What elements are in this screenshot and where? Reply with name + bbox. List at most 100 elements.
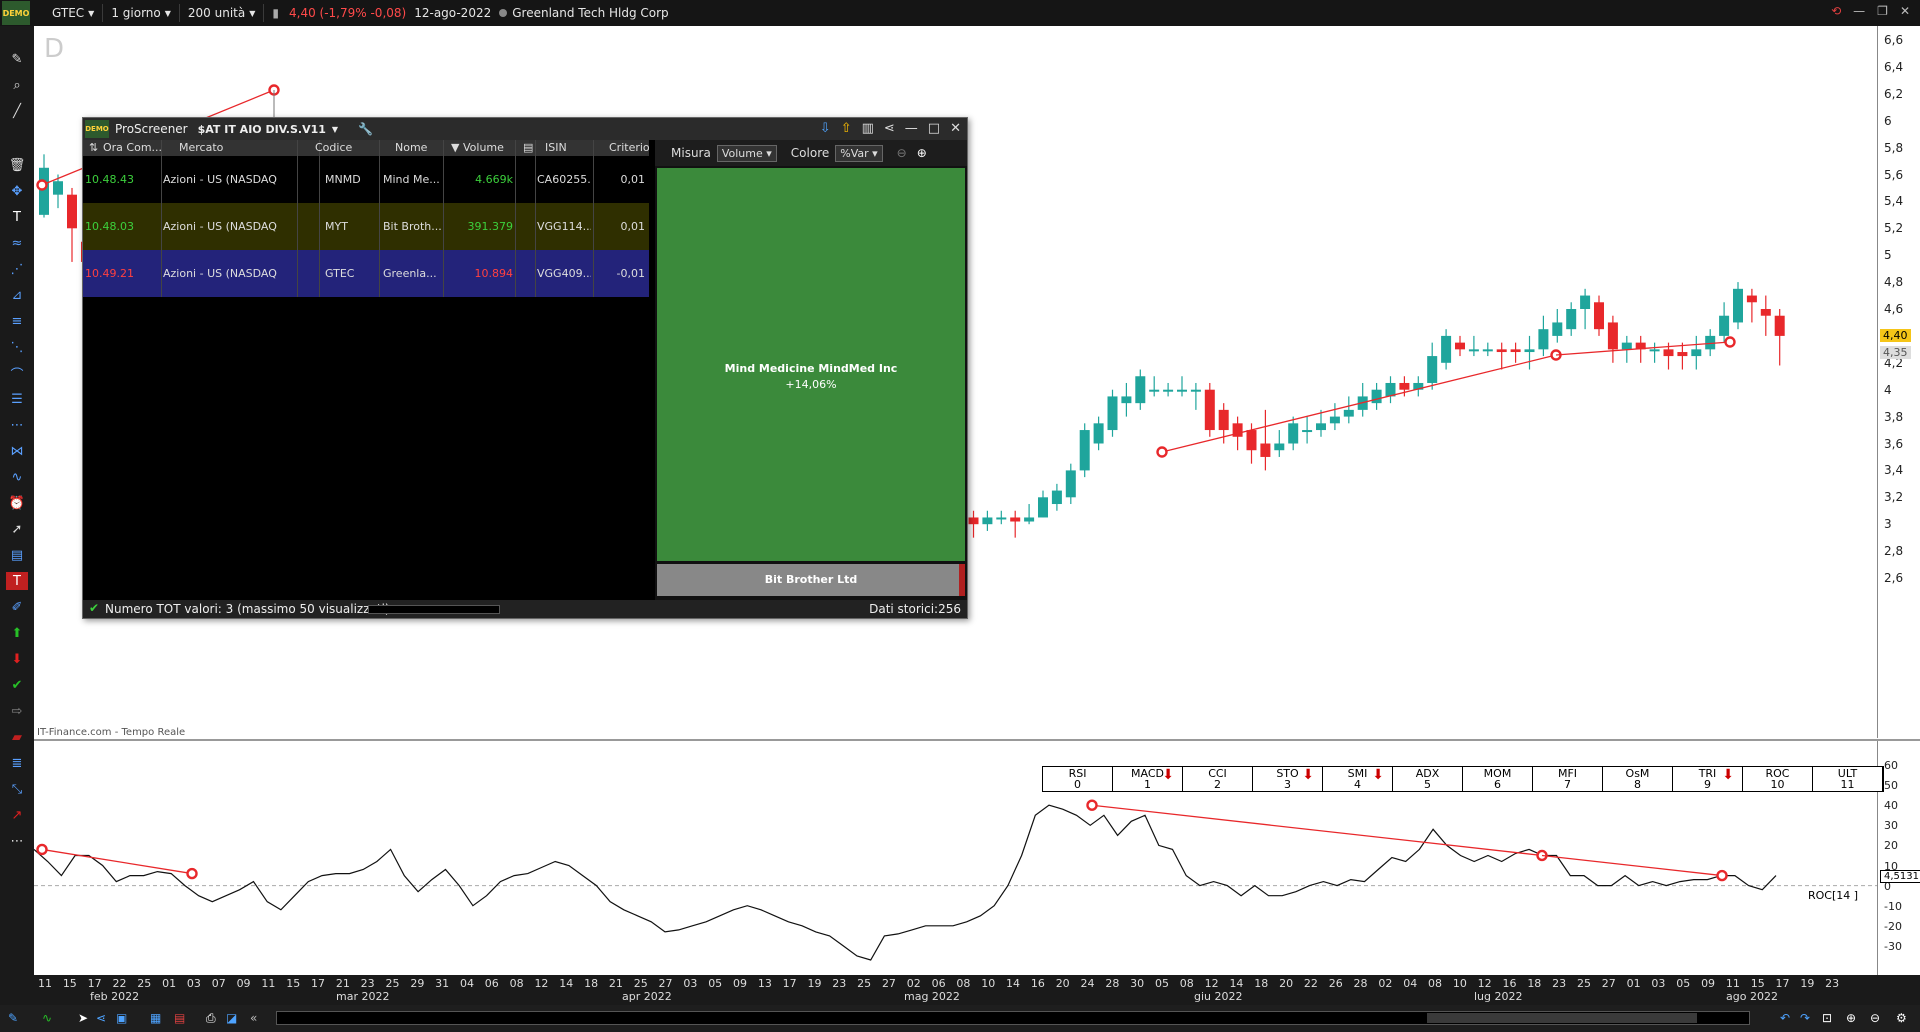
undo-icon[interactable]: ↶ — [1780, 1011, 1796, 1025]
pen-icon[interactable]: ✎ — [8, 1011, 24, 1025]
scrollbar-thumb[interactable] — [1427, 1013, 1697, 1023]
text-marker-icon[interactable]: T — [6, 572, 28, 590]
wrench-icon[interactable]: 🔧 — [358, 122, 373, 136]
channel-tool-icon[interactable]: ⋰ — [6, 260, 28, 278]
fan-tool-icon[interactable]: ≡ — [6, 312, 28, 330]
chevron-down-icon[interactable]: ▼ — [332, 125, 338, 134]
colore-select[interactable]: %Var ▾ — [835, 144, 883, 162]
units-selector[interactable]: 200 unità ▼ — [180, 4, 265, 22]
cursor-icon[interactable]: ➤ — [78, 1011, 94, 1025]
column-header[interactable]: Ora Com... — [103, 141, 162, 154]
table-row[interactable]: 10.49.21 Azioni - US (NASDAQ GTEC Greenla..… — [83, 250, 649, 297]
retracement-icon[interactable]: ☰ — [6, 390, 28, 408]
share-icon[interactable]: ⋖ — [96, 1011, 112, 1025]
indicator-tab[interactable]: MACD 1 ⬇ — [1113, 767, 1183, 791]
export-icon[interactable]: ⇧ — [841, 121, 852, 136]
maximize-icon[interactable]: □ — [928, 121, 940, 136]
pencil-icon[interactable]: ✎ — [6, 50, 28, 68]
zoom-tool-icon[interactable]: ⤡ — [6, 780, 28, 798]
zoom-icon[interactable]: ⌕ — [6, 76, 28, 94]
heatmap-tile[interactable]: Bit Brother Ltd — [657, 564, 965, 596]
chart-type-icon[interactable]: ▮ — [272, 6, 279, 20]
screener-selector[interactable]: $AT IT AIO DIV.S.V11 — [198, 123, 326, 136]
ruler-icon[interactable]: ▤ — [6, 546, 28, 564]
column-filter-icon[interactable]: ▤ — [523, 141, 533, 154]
column-header[interactable]: Mercato — [179, 141, 223, 154]
proscreener-titlebar[interactable]: DEMO ProScreener $AT IT AIO DIV.S.V11 ▼ … — [83, 118, 967, 140]
cycle-tool-icon[interactable]: ⋯ — [6, 416, 28, 434]
line-tool-icon[interactable]: ╱ — [6, 102, 28, 120]
column-header[interactable]: Criterio — [609, 141, 650, 154]
column-header[interactable]: Nome — [395, 141, 427, 154]
arrow-up-icon[interactable]: ⬆ — [6, 624, 28, 642]
text-tool-icon[interactable]: T — [6, 208, 28, 226]
indicator-tab[interactable]: OsM 8 — [1603, 767, 1673, 791]
trend-tool-icon[interactable]: ≈ — [6, 234, 28, 252]
arrow-down-icon[interactable]: ⬇ — [6, 650, 28, 668]
table-row[interactable]: 10.48.03 Azioni - US (NASDAQ MYT Bit Broth.… — [83, 203, 649, 250]
printer-icon[interactable]: ⎙ — [206, 1011, 222, 1025]
layers-icon[interactable]: ≣ — [6, 754, 28, 772]
zoom-fit-icon[interactable]: ⊡ — [1822, 1011, 1838, 1025]
table-icon[interactable]: ▤ — [174, 1011, 190, 1025]
trash-icon[interactable]: 🗑 — [6, 156, 28, 174]
column-header[interactable]: Codice — [315, 141, 352, 154]
indicator-tab[interactable]: MFI 7 — [1533, 767, 1603, 791]
misura-select[interactable]: Volume ▾ — [716, 144, 777, 162]
double-left-icon[interactable]: « — [250, 1011, 266, 1025]
arrow-tool-icon[interactable]: ↗ — [6, 806, 28, 824]
eraser-icon[interactable]: ▰ — [6, 728, 28, 746]
indicator-tab[interactable]: TRI 9 ⬇ — [1673, 767, 1743, 791]
indicator-tab[interactable]: MOM 6 — [1463, 767, 1533, 791]
pattern-tool-icon[interactable]: ⋈ — [6, 442, 28, 460]
sync-icon[interactable]: ⟲ — [1831, 4, 1841, 18]
date-axis[interactable]: 11 15 17 22 25 01 03 07 09 11 15 17 21 23 25 29 31 04 06 08… — [34, 975, 1920, 1005]
pen-icon[interactable]: ✐ — [6, 598, 28, 616]
cursor-icon[interactable]: ➚ — [6, 520, 28, 538]
column-header[interactable]: ISIN — [545, 141, 567, 154]
more-icon[interactable]: ⋯ — [6, 832, 28, 850]
alarm-icon[interactable]: ⏰ — [6, 494, 28, 512]
indicator-tab[interactable]: ROC 10 — [1743, 767, 1813, 791]
close-icon[interactable]: ✕ — [950, 121, 961, 136]
indicator-tab[interactable]: STO 3 ⬇ — [1253, 767, 1323, 791]
wave-tool-icon[interactable]: ∿ — [6, 468, 28, 486]
chart-scrollbar[interactable] — [276, 1011, 1750, 1025]
move-icon[interactable]: ✥ — [6, 182, 28, 200]
sort-icon[interactable]: ⇩ — [820, 121, 831, 136]
minimize-icon[interactable]: — — [905, 121, 918, 136]
price-axis[interactable]: 6,66,46,265,85,65,45,254,84,64,44,243,83… — [1877, 26, 1920, 738]
check-icon[interactable]: ✔ — [6, 676, 28, 694]
indicator-tab[interactable]: ULT 11 — [1813, 767, 1883, 791]
sort-desc-icon[interactable]: ▼ — [451, 141, 459, 154]
indicator-tab[interactable]: ADX 5 — [1393, 767, 1463, 791]
column-header[interactable]: Volume — [463, 141, 504, 154]
layout-icon[interactable]: ▥ — [862, 121, 874, 136]
table-row[interactable]: 10.48.43 Azioni - US (NASDAQ MNMD Mind Me..… — [83, 156, 649, 203]
zoom-out-icon[interactable]: ⊖ — [897, 146, 907, 160]
zoom-in-icon[interactable]: ⊕ — [917, 146, 927, 160]
redo-icon[interactable]: ↷ — [1800, 1011, 1816, 1025]
restore-icon[interactable]: ❐ — [1877, 4, 1888, 18]
zoom-out-icon[interactable]: ⊖ — [1870, 1011, 1886, 1025]
indicator-tab[interactable]: CCI 2 — [1183, 767, 1253, 791]
fibonacci-icon[interactable]: ⊿ — [6, 286, 28, 304]
sort-icon[interactable]: ⇅ — [89, 141, 98, 154]
timeframe-selector[interactable]: 1 giorno ▼ — [103, 4, 180, 22]
share-icon[interactable]: ⋖ — [884, 121, 895, 136]
window-icon[interactable]: ▣ — [116, 1011, 132, 1025]
arrow-right-icon[interactable]: ⇨ — [6, 702, 28, 720]
chart-icon[interactable]: ◪ — [226, 1011, 242, 1025]
grid-icon[interactable]: ▦ — [150, 1011, 166, 1025]
zoom-in-icon[interactable]: ⊕ — [1846, 1011, 1862, 1025]
indicator-tab[interactable]: SMI 4 ⬇ — [1323, 767, 1393, 791]
gann-tool-icon[interactable]: ⋱ — [6, 338, 28, 356]
minimize-icon[interactable]: — — [1853, 4, 1865, 18]
arc-tool-icon[interactable]: ⌒ — [6, 364, 28, 383]
symbol-selector[interactable]: GTEC ▼ — [44, 4, 104, 22]
heatmap-tile[interactable]: Mind Medicine MindMed Inc +14,06% — [657, 168, 965, 561]
settings-icon[interactable]: ⚙ — [1896, 1011, 1912, 1025]
line-chart-icon[interactable]: ∿ — [42, 1011, 58, 1025]
indicator-tab[interactable]: RSI 0 — [1043, 767, 1113, 791]
close-icon[interactable]: ✕ — [1900, 4, 1910, 18]
